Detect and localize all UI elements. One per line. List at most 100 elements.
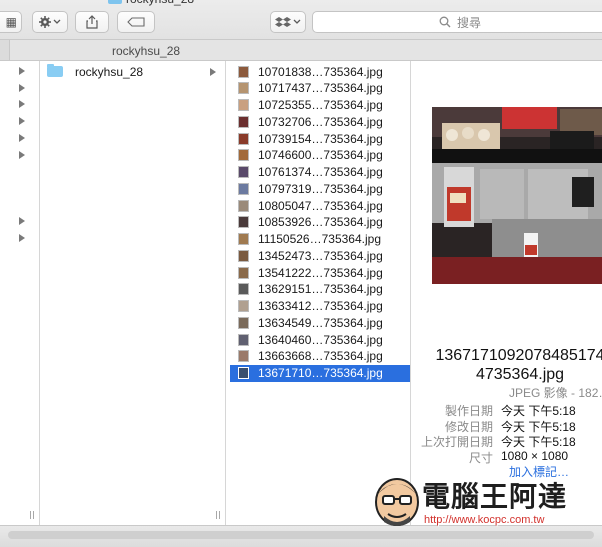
toolbar: rockyhsu_28 ▦ <box>0 0 602 40</box>
file-label: 13541222…735364.jpg <box>258 265 383 280</box>
image-thumbnail-icon <box>238 283 249 296</box>
file-item[interactable]: 10701838…735364.jpg <box>230 63 410 80</box>
disclosure-triangle-icon[interactable] <box>19 100 25 109</box>
metadata-key: 修改日期 <box>444 419 493 434</box>
metadata-value: 今天 下午5:18 <box>501 404 576 418</box>
file-label: 13452473…735364.jpg <box>258 248 383 263</box>
disclosure-triangle-icon[interactable] <box>19 83 25 92</box>
search-icon <box>439 16 451 28</box>
file-item[interactable]: 10732706…735364.jpg <box>230 113 410 130</box>
folder-item-rockyhsu-28[interactable]: rockyhsu_28 <box>40 63 225 80</box>
file-item[interactable]: 10725355…735364.jpg <box>230 97 410 114</box>
preview-image <box>432 107 602 284</box>
file-item[interactable]: 10761374…735364.jpg <box>230 164 410 181</box>
file-label: 10739154…735364.jpg <box>258 131 383 146</box>
metadata-value: 今天 下午5:18 <box>501 435 576 449</box>
file-item[interactable]: 10797319…735364.jpg <box>230 180 410 197</box>
metadata-key: 製作日期 <box>444 404 493 418</box>
file-label: 13671710…735364.jpg <box>258 366 383 380</box>
file-item[interactable]: 11150526…735364.jpg <box>230 231 410 248</box>
disclosure-triangle-icon[interactable] <box>19 117 25 126</box>
disclosure-triangle-icon[interactable] <box>19 150 25 159</box>
file-label: 13629151…735364.jpg <box>258 282 383 297</box>
image-thumbnail-icon <box>238 333 249 346</box>
image-thumbnail-icon <box>238 182 249 195</box>
disclosure-triangle-icon[interactable] <box>19 217 25 226</box>
file-item[interactable]: 13633412…735364.jpg <box>230 298 410 315</box>
metadata-row: 修改日期 今天 下午5:18 <box>421 418 601 434</box>
file-item[interactable]: 13452473…735364.jpg <box>230 247 410 264</box>
file-label: 10805047…735364.jpg <box>258 198 383 213</box>
image-thumbnail-icon <box>238 115 249 128</box>
tag-icon <box>127 17 145 27</box>
share-button[interactable] <box>75 11 109 33</box>
search-field[interactable]: 搜尋 <box>312 11 602 33</box>
watermark-title: 電腦王阿達 <box>422 480 568 513</box>
preview-filename-line2: 4735364.jpg <box>475 366 565 383</box>
image-thumbnail-icon <box>238 316 249 329</box>
gear-icon <box>39 16 61 28</box>
file-item[interactable]: 13629151…735364.jpg <box>230 281 410 298</box>
folder-icon <box>108 0 122 4</box>
preview-kind: JPEG 影像 - 182… <box>509 386 602 400</box>
image-thumbnail-icon <box>238 367 249 379</box>
image-thumbnail-icon <box>238 216 249 229</box>
file-label: 10761374…735364.jpg <box>258 165 383 179</box>
chevron-right-icon <box>210 68 216 76</box>
image-thumbnail-icon <box>238 233 249 245</box>
image-thumbnail-icon <box>238 99 249 111</box>
metadata-row: 製作日期 今天 下午5:18 <box>421 402 601 418</box>
metadata-row: 上次打開日期 今天 下午5:18 <box>421 433 601 449</box>
image-thumbnail-icon <box>238 300 249 312</box>
file-item[interactable]: 10805047…735364.jpg <box>230 197 410 214</box>
watermark-url: http://www.kocpc.com.tw <box>424 514 545 526</box>
disclosure-triangle-icon[interactable] <box>19 133 25 142</box>
horizontal-scrollbar[interactable] <box>8 531 594 539</box>
watermark: 電腦王阿達 http://www.kocpc.com.tw <box>372 470 594 532</box>
image-thumbnail-icon <box>238 132 249 145</box>
file-item[interactable]: 13640460…735364.jpg <box>230 331 410 348</box>
file-item[interactable]: 13541222…735364.jpg <box>230 264 410 281</box>
file-label: 10732706…735364.jpg <box>258 114 383 129</box>
dropbox-button[interactable] <box>270 11 306 33</box>
folder-icon <box>47 64 63 77</box>
parent-column[interactable] <box>0 61 40 525</box>
path-bar-label: rockyhsu_28 <box>112 44 181 58</box>
file-item[interactable]: 10717437…735364.jpg <box>230 80 410 97</box>
path-bar: rockyhsu_28 <box>0 40 602 61</box>
folder-column[interactable]: rockyhsu_28 <box>40 61 226 525</box>
image-thumbnail-icon <box>238 149 249 162</box>
file-label: 13634549…735364.jpg <box>258 315 383 330</box>
image-thumbnail-icon <box>238 266 249 279</box>
file-label: 10746600…735364.jpg <box>258 148 383 163</box>
file-label: 13663668…735364.jpg <box>258 349 383 364</box>
window-title-label: rockyhsu_28 <box>126 0 194 6</box>
file-label: 13633412…735364.jpg <box>258 299 383 313</box>
disclosure-triangle-icon[interactable] <box>19 67 25 75</box>
metadata-value: 今天 下午5:18 <box>501 419 576 434</box>
preview-filename: 1367171092078485174 4735364.jpg <box>432 346 602 384</box>
file-item[interactable]: 13634549…735364.jpg <box>230 314 410 331</box>
column-resize-handle[interactable] <box>216 511 222 521</box>
image-thumbnail-icon <box>238 65 249 78</box>
metadata-key: 尺寸 <box>468 450 493 465</box>
file-label: 13640460…735364.jpg <box>258 332 383 347</box>
file-item[interactable]: 10739154…735364.jpg <box>230 130 410 147</box>
view-mode-button[interactable]: ▦ <box>0 11 22 33</box>
file-label: 10717437…735364.jpg <box>258 81 383 96</box>
file-item[interactable]: 13671710…735364.jpg <box>230 364 410 382</box>
share-icon <box>86 15 98 29</box>
grid-icon: ▦ <box>5 15 17 29</box>
folder-label: rockyhsu_28 <box>75 64 144 79</box>
file-item[interactable]: 13663668…735364.jpg <box>230 348 410 365</box>
file-label: 10725355…735364.jpg <box>258 98 383 112</box>
column-resize-handle[interactable] <box>30 511 36 521</box>
disclosure-triangle-icon[interactable] <box>19 234 25 242</box>
file-column[interactable]: 10701838…735364.jpg 10717437…735364.jpg 10… <box>226 61 411 525</box>
tag-button[interactable] <box>117 11 155 33</box>
file-item[interactable]: 10853926…735364.jpg <box>230 214 410 231</box>
action-menu-button[interactable] <box>32 11 68 33</box>
mascot-face-logo <box>375 478 419 526</box>
search-placeholder: 搜尋 <box>456 15 481 30</box>
file-item[interactable]: 10746600…735364.jpg <box>230 147 410 164</box>
